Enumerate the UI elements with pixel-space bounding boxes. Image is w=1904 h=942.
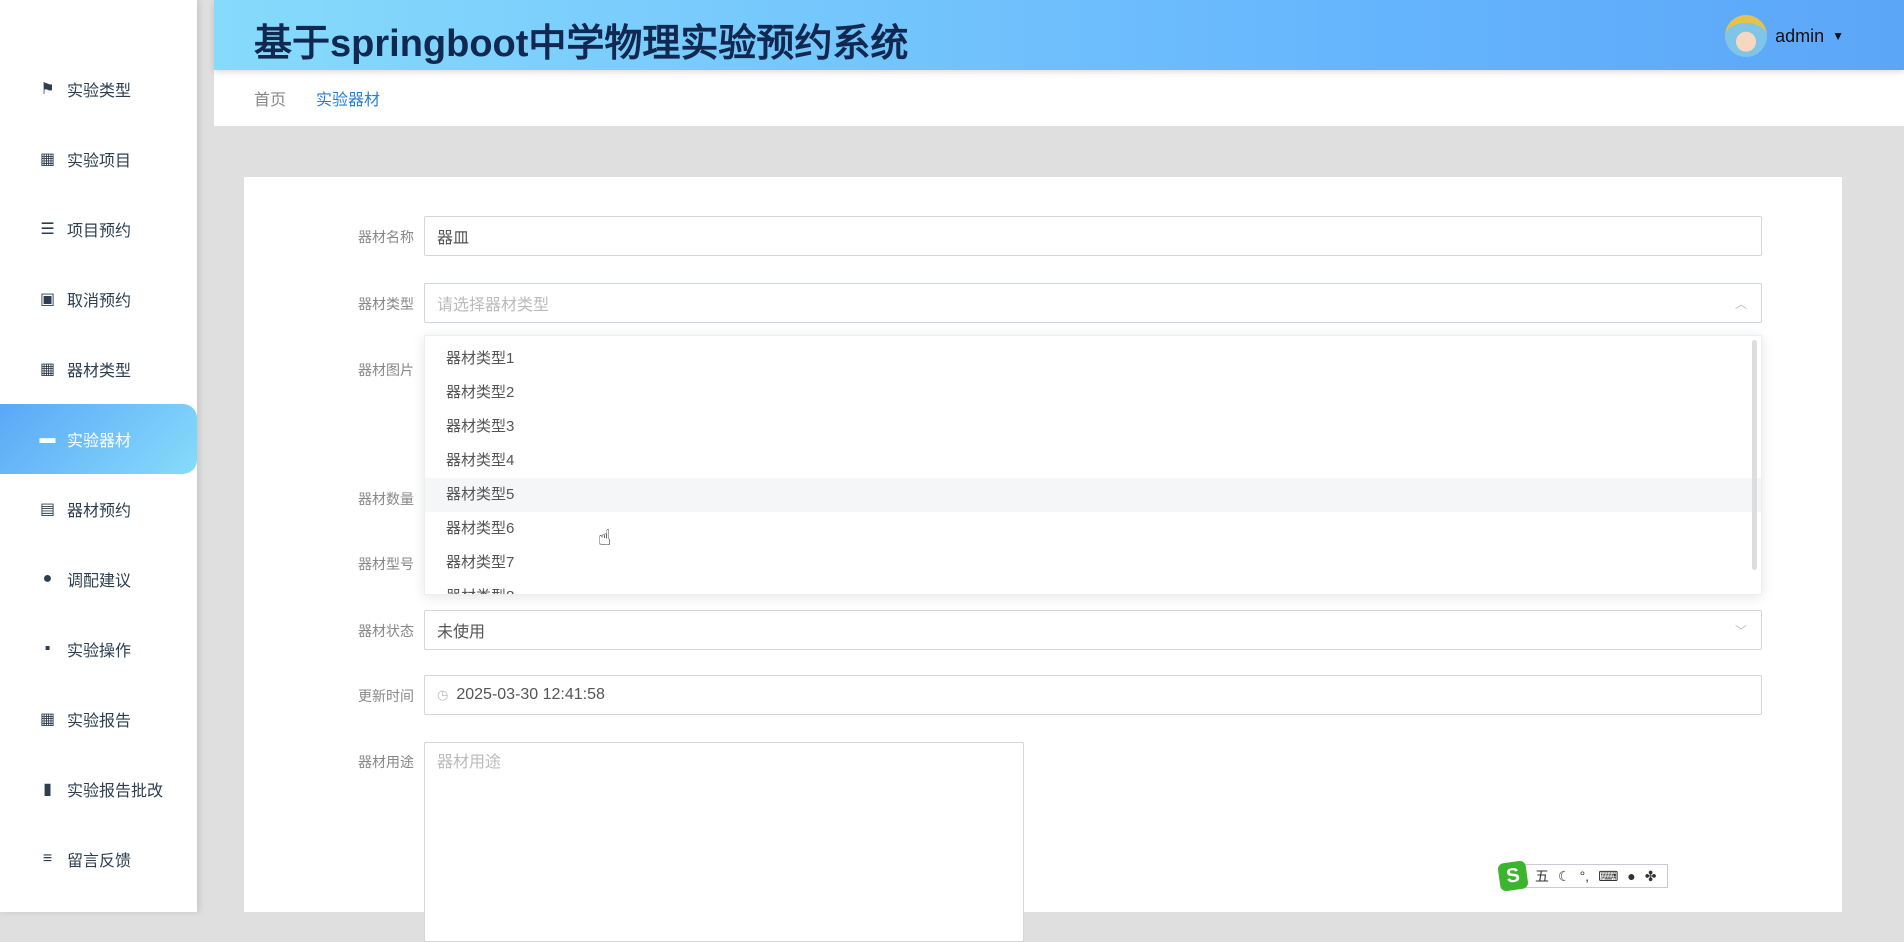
type-option[interactable]: 器材类型1	[425, 342, 1761, 376]
keyboard-icon[interactable]: ⌨	[1598, 868, 1618, 885]
clock-icon: ◷	[437, 687, 449, 702]
breadcrumb: 首页 实验器材	[214, 70, 1904, 126]
sidebar-item-8[interactable]: ▪ 实验操作	[0, 614, 197, 684]
breadcrumb-home[interactable]: 首页	[254, 86, 286, 110]
bar-chart-icon: ▮	[43, 781, 52, 798]
sidebar-item-label: 取消预约	[67, 293, 132, 310]
grid-icon: ▦	[39, 711, 56, 728]
avatar	[1725, 15, 1768, 57]
user-icon[interactable]: ●	[1627, 868, 1635, 884]
type-label: 器材类型	[358, 296, 414, 312]
updated-value: 2025-03-30 12:41:58	[456, 686, 605, 703]
sidebar-item-label: 实验报告批改	[67, 783, 164, 800]
sidebar-item-label: 实验类型	[67, 83, 132, 100]
type-option[interactable]: 器材类型3	[425, 410, 1761, 444]
monitor-icon: ▬	[39, 430, 56, 447]
type-option[interactable]: 器材类型7	[425, 546, 1761, 580]
sidebar-item-6[interactable]: ▤ 器材预约	[0, 474, 197, 544]
sidebar-item-1[interactable]: ▦ 实验项目	[0, 124, 197, 194]
sidebar-item-label: 实验操作	[67, 643, 132, 660]
sidebar-item-7[interactable]: ● 调配建议	[0, 544, 197, 614]
sidebar-item-0[interactable]: ⚑ 实验类型	[0, 54, 197, 124]
name-label: 器材名称	[358, 229, 414, 245]
sidebar: ⚑ 实验类型 ▦ 实验项目 ☰ 项目预约 ▣ 取消预约 ▦ 器材类型 ▬ 实验器材 ▤ 器材预约 ● 调配建议…	[0, 0, 197, 912]
sidebar-item-label: 项目预约	[67, 223, 132, 240]
sidebar-item-label: 留言反馈	[67, 853, 132, 870]
usage-label: 器材用途	[358, 754, 414, 770]
sidebar-item-3[interactable]: ▣ 取消预约	[0, 264, 197, 334]
sidebar-item-4[interactable]: ▦ 器材类型	[0, 334, 197, 404]
grid-icon: ▦	[39, 151, 56, 168]
clipboard-x-icon: ▣	[39, 291, 56, 308]
type-dropdown: 器材类型1器材类型2器材类型3器材类型4器材类型5器材类型6器材类型7器材类型8	[424, 335, 1762, 595]
sidebar-item-label: 实验报告	[67, 713, 132, 730]
type-option[interactable]: 器材类型2	[425, 376, 1761, 410]
list-icon: ☰	[40, 221, 55, 238]
sidebar-item-5[interactable]: ▬ 实验器材	[0, 404, 197, 474]
header: 基于springboot中学物理实验预约系统 admin ▼	[214, 0, 1904, 70]
status-label: 器材状态	[358, 623, 414, 639]
sogou-logo-icon: S	[1497, 860, 1529, 892]
name-value: 器皿	[437, 230, 470, 247]
mouse-cursor-icon: ☝	[598, 525, 612, 550]
sidebar-item-label: 实验器材	[67, 433, 132, 450]
sidebar-item-label: 实验项目	[67, 153, 132, 170]
type-option[interactable]: 器材类型6	[425, 512, 1761, 546]
user-menu[interactable]: admin ▼	[1725, 15, 1844, 57]
sidebar-item-11[interactable]: ≡ 留言反馈	[0, 824, 197, 894]
image-label: 器材图片	[358, 362, 414, 378]
moon-icon[interactable]: ☾	[1558, 868, 1571, 885]
updated-datetime-input[interactable]: ◷ 2025-03-30 12:41:58	[424, 675, 1762, 715]
type-option[interactable]: 器材类型8	[425, 580, 1761, 594]
type-option[interactable]: 器材类型5	[425, 478, 1761, 512]
sidebar-item-label: 器材预约	[67, 503, 132, 520]
name-input[interactable]: 器皿	[424, 216, 1762, 256]
ime-mode[interactable]: 五	[1535, 866, 1549, 886]
quantity-label: 器材数量	[358, 491, 414, 507]
sidebar-item-label: 器材类型	[67, 363, 132, 380]
apps-icon[interactable]: ✤	[1645, 868, 1657, 885]
breadcrumb-current: 实验器材	[316, 92, 381, 109]
bulb-icon: ●	[42, 570, 53, 587]
sidebar-item-2[interactable]: ☰ 项目预约	[0, 194, 197, 264]
dropdown-scrollbar[interactable]	[1752, 340, 1757, 570]
sidebar-item-label: 调配建议	[67, 573, 132, 590]
grid-icon: ▦	[39, 361, 56, 378]
punctuation-icon[interactable]: °,	[1580, 868, 1590, 884]
type-option[interactable]: 器材类型4	[425, 444, 1761, 478]
type-placeholder: 请选择器材类型	[437, 297, 550, 314]
equipment-form: 器材名称 器皿 器材类型 请选择器材类型 ︿ 器材图片 器材数量 器材型号 器材类…	[244, 177, 1842, 942]
updated-label: 更新时间	[358, 688, 414, 704]
caret-down-icon: ▼	[1832, 29, 1844, 43]
username: admin	[1775, 25, 1825, 46]
chevron-up-icon: ︿	[1734, 296, 1747, 311]
clipboard-icon: ▤	[39, 501, 56, 518]
chevron-down-icon: ﹀	[1734, 623, 1747, 638]
ime-toolbar[interactable]: S 五 ☾ °, ⌨ ● ✤	[1497, 860, 1668, 892]
flag-icon: ⚑	[40, 81, 55, 98]
sidebar-item-9[interactable]: ▦ 实验报告	[0, 684, 197, 754]
chat-icon: ▪	[44, 640, 51, 657]
model-label: 器材型号	[358, 556, 414, 572]
app-title: 基于springboot中学物理实验预约系统	[254, 23, 909, 65]
usage-textarea[interactable]: 器材用途	[424, 742, 1024, 942]
sidebar-item-10[interactable]: ▮ 实验报告批改	[0, 754, 197, 824]
type-select[interactable]: 请选择器材类型 ︿	[424, 283, 1762, 323]
status-value: 未使用	[437, 624, 486, 641]
usage-placeholder: 器材用途	[437, 754, 502, 771]
sliders-icon: ≡	[42, 850, 53, 867]
status-select[interactable]: 未使用 ﹀	[424, 610, 1762, 650]
